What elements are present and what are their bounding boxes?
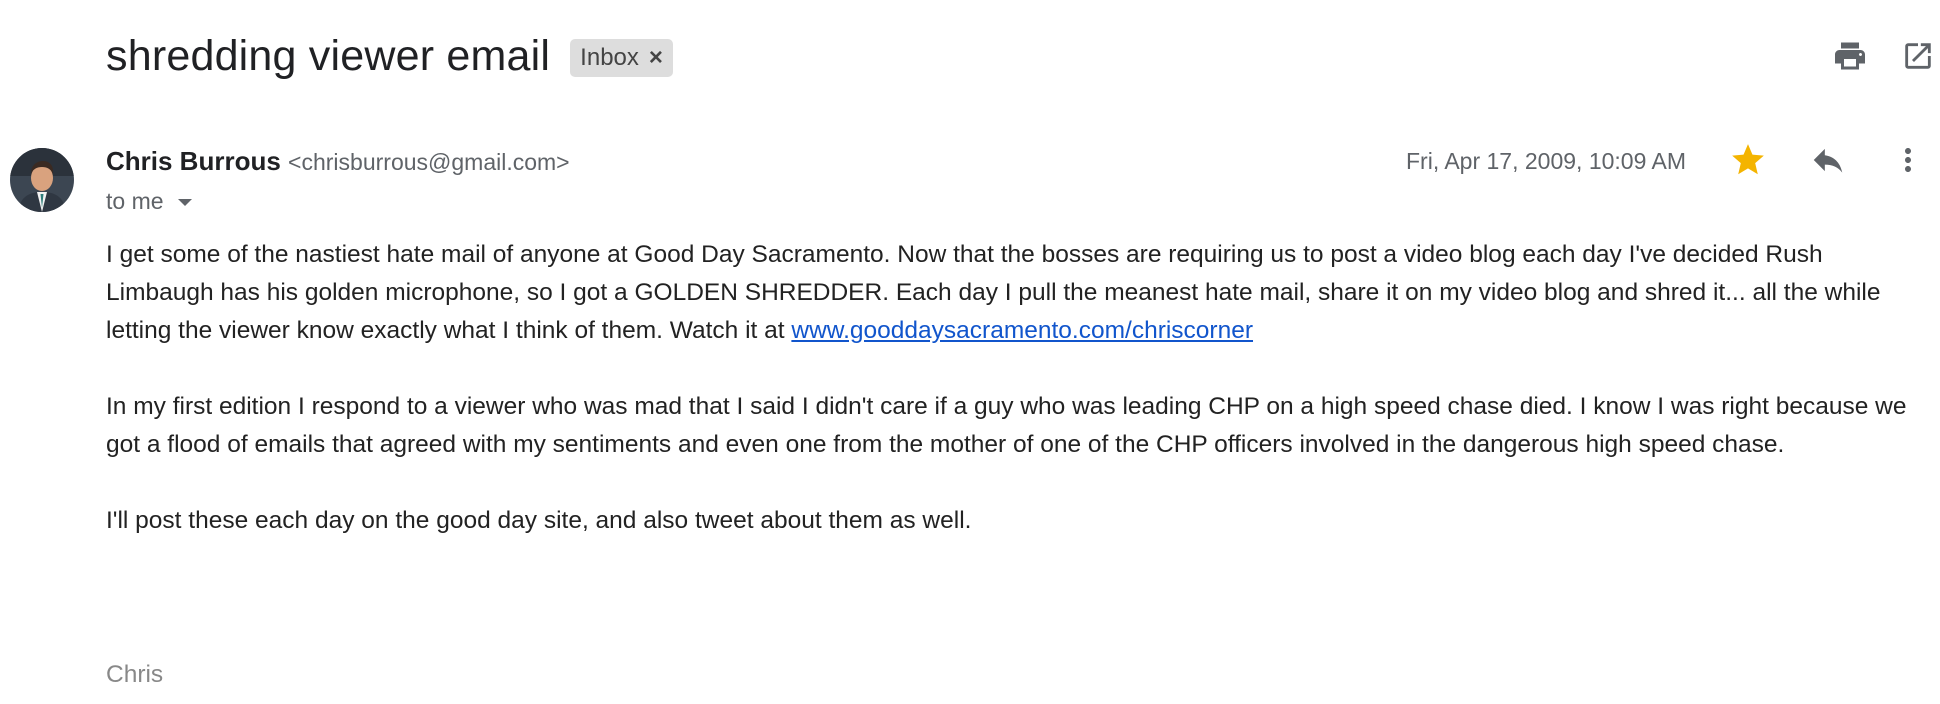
sender-line: Chris Burrous <chrisburrous@gmail.com>	[106, 144, 570, 179]
body-paragraph-2: In my first edition I respond to a viewe…	[106, 393, 1907, 458]
open-in-new-window-button[interactable]	[1896, 34, 1940, 78]
top-toolbar	[1828, 34, 1940, 78]
more-options-button[interactable]	[1886, 138, 1930, 182]
email-subject: shredding viewer email	[106, 32, 551, 80]
email-date: Fri, Apr 17, 2009, 10:09 AM	[1406, 148, 1686, 174]
email-view: shredding viewer email Inbox × Chris Bur…	[0, 0, 1940, 704]
email-body: I get some of the nastiest hate mail of …	[106, 236, 1936, 578]
email-signature: Chris	[106, 661, 164, 688]
recipient-text: to me	[106, 188, 164, 214]
star-button[interactable]	[1726, 138, 1770, 182]
print-button[interactable]	[1828, 34, 1872, 78]
reply-button[interactable]	[1806, 138, 1850, 182]
inbox-label-chip[interactable]: Inbox ×	[570, 39, 673, 77]
label-text: Inbox	[580, 44, 639, 71]
sender-avatar[interactable]	[10, 148, 74, 212]
print-icon	[1835, 42, 1865, 70]
caret-down-icon[interactable]	[177, 199, 192, 206]
chriscorner-link[interactable]: www.gooddaysacramento.com/chriscorner	[791, 317, 1253, 344]
body-paragraph-1: I get some of the nastiest hate mail of …	[106, 236, 1936, 350]
star-icon	[1732, 144, 1764, 175]
subject-row: shredding viewer email Inbox ×	[106, 28, 673, 84]
remove-label-icon[interactable]: ×	[649, 44, 663, 72]
open-in-new-window-icon	[1905, 43, 1931, 69]
recipient-details-toggle[interactable]: to me	[106, 184, 192, 218]
more-vert-icon	[1905, 148, 1911, 172]
reply-icon	[1813, 148, 1843, 173]
body-paragraph-3: I'll post these each day on the good day…	[106, 507, 972, 534]
avatar-image	[10, 148, 74, 212]
sender-email: <chrisburrous@gmail.com>	[288, 149, 570, 175]
sender-name[interactable]: Chris Burrous	[106, 146, 281, 176]
